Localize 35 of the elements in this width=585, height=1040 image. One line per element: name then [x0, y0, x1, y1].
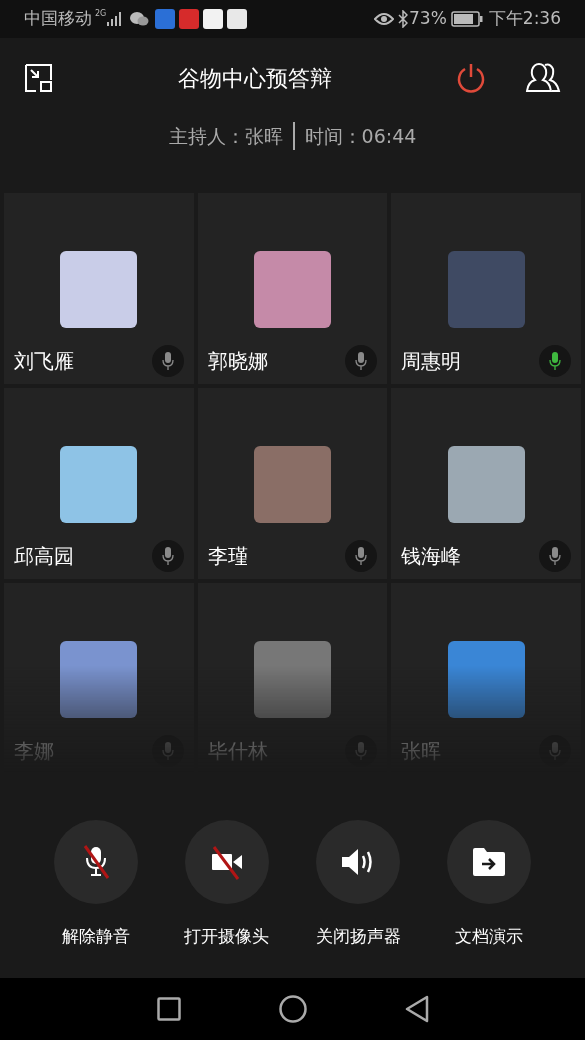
- back-icon[interactable]: [404, 995, 429, 1023]
- participants-button[interactable]: [525, 63, 561, 93]
- signal-icon: [107, 12, 124, 26]
- power-button[interactable]: [455, 62, 487, 94]
- home-icon[interactable]: [278, 995, 307, 1023]
- participant-name: 钱海峰: [401, 543, 462, 570]
- bluetooth-icon: [398, 10, 408, 28]
- host-name: 主持人：张晖: [168, 124, 283, 149]
- recent-apps-icon[interactable]: [156, 997, 181, 1021]
- participant-name: 邱高园: [14, 543, 74, 570]
- battery-percent: 73%: [409, 7, 447, 31]
- participant-name: 周惠明: [401, 348, 462, 375]
- participant-name: 张晖: [401, 738, 442, 765]
- participant-name: 刘飞雁: [14, 348, 74, 375]
- participant-name: 李瑾: [207, 543, 248, 570]
- app-notification-icon: [179, 9, 200, 29]
- minimize-button[interactable]: [24, 63, 54, 93]
- app-notification-icon: [227, 9, 248, 29]
- app-notification-icon: [203, 9, 224, 29]
- camera-muted-icon: [210, 844, 243, 880]
- app-notification-icon: [155, 9, 176, 29]
- control-label: 打开摄像头: [184, 925, 270, 948]
- meeting-title: 谷物中心预答辩: [177, 65, 332, 91]
- folder-arrow-icon: [472, 847, 507, 877]
- eye-icon: [374, 12, 394, 26]
- control-label: 解除静音: [61, 925, 130, 948]
- control-label: 文档演示: [455, 925, 524, 948]
- control-label: 关闭扬声器: [315, 925, 401, 948]
- chat-icon: [129, 11, 150, 27]
- meeting-duration: 时间：06:44: [304, 124, 417, 149]
- participant-name: 郭晓娜: [207, 348, 268, 375]
- network-type: 2G: [95, 8, 107, 20]
- battery-icon: [450, 11, 483, 27]
- clock-time: 下午2:36: [488, 7, 561, 31]
- carrier-name: 中国移动: [24, 7, 92, 31]
